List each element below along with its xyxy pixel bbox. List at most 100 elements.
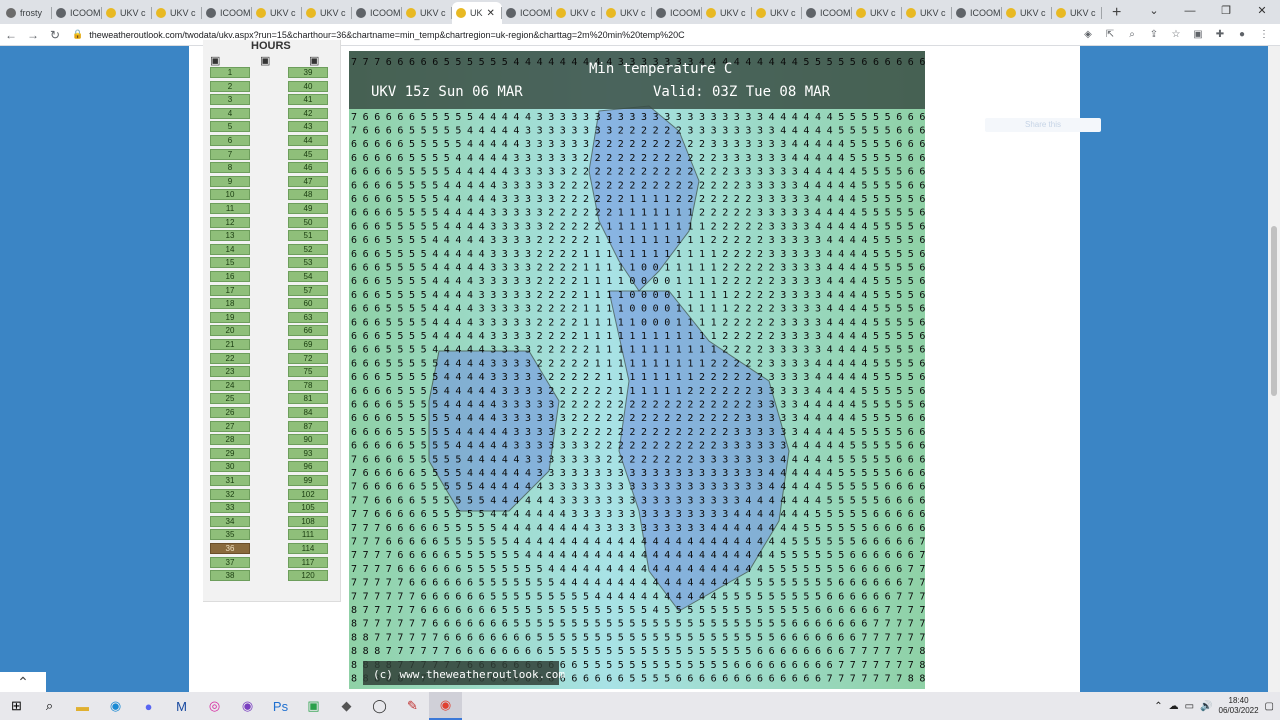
file-explorer-icon[interactable]: ▬ — [66, 692, 99, 720]
vertical-scrollbar[interactable] — [1268, 46, 1280, 692]
hour-button[interactable]: 7 — [210, 148, 250, 160]
paint-icon[interactable]: ✎ — [396, 692, 429, 720]
chrome-icon[interactable]: ◉ — [429, 692, 462, 720]
hour-button[interactable]: 120 — [288, 570, 328, 582]
zoom-icon[interactable]: ⌕ — [1124, 29, 1140, 40]
hour-button[interactable]: 8 — [210, 162, 250, 174]
close-window-icon[interactable]: ✕ — [1244, 0, 1280, 24]
back-icon[interactable]: ← — [0, 28, 22, 42]
first-frame-icon[interactable]: ▣ — [210, 54, 220, 67]
hour-button[interactable]: 52 — [288, 243, 328, 255]
hour-button[interactable]: 25 — [210, 393, 250, 405]
hour-button[interactable]: 24 — [210, 379, 250, 391]
clock[interactable]: 18:40 06/03/2022 — [1219, 696, 1259, 716]
app-icon-circle[interactable]: ◯ — [363, 692, 396, 720]
cloud-icon[interactable]: ☁ — [1169, 701, 1179, 712]
hour-button[interactable]: 46 — [288, 162, 328, 174]
hour-button[interactable]: 99 — [288, 475, 328, 486]
minimize-icon[interactable]: — — [1172, 0, 1208, 24]
edge-icon[interactable]: ◉ — [99, 692, 132, 720]
hour-button[interactable]: 96 — [288, 461, 328, 473]
hour-button[interactable]: 36 — [210, 543, 250, 554]
hour-button[interactable]: 23 — [210, 366, 250, 378]
extension-icon[interactable]: ▣ — [1190, 29, 1206, 40]
hour-button[interactable]: 33 — [210, 502, 250, 514]
hour-button[interactable]: 49 — [288, 203, 328, 214]
hour-button[interactable]: 84 — [288, 407, 328, 418]
tray-up-icon[interactable]: ⌃ — [1154, 701, 1162, 712]
browser-tab[interactable]: ICOOM — [52, 2, 102, 24]
hour-button[interactable]: 2 — [210, 80, 250, 92]
browser-tab[interactable]: UKV c — [1052, 2, 1102, 24]
hour-button[interactable]: 51 — [288, 230, 328, 242]
hour-button[interactable]: 34 — [210, 515, 250, 527]
notifications-icon[interactable]: ▢ — [1265, 701, 1274, 712]
hour-button[interactable]: 60 — [288, 298, 328, 310]
hour-button[interactable]: 87 — [288, 420, 328, 432]
hour-button[interactable]: 53 — [288, 257, 328, 269]
hour-button[interactable]: 10 — [210, 189, 250, 201]
puzzle-icon[interactable]: ✚ — [1212, 29, 1228, 40]
browser-tab[interactable]: UKV c — [852, 2, 902, 24]
photoshop-icon[interactable]: Ps — [264, 692, 297, 720]
hour-button[interactable]: 37 — [210, 556, 250, 568]
bookmark-star-icon[interactable]: ☆ — [1168, 29, 1184, 40]
hour-button[interactable]: 35 — [210, 529, 250, 541]
hour-button[interactable]: 63 — [288, 311, 328, 323]
browser-tab[interactable]: UKV c — [602, 2, 652, 24]
reload-icon[interactable]: ↻ — [44, 28, 66, 42]
browser-tab[interactable]: UKV c — [902, 2, 952, 24]
hour-button[interactable]: 75 — [288, 366, 328, 378]
hour-button[interactable]: 41 — [288, 94, 328, 106]
hour-button[interactable]: 13 — [210, 230, 250, 242]
browser-tab[interactable]: ICOOM — [952, 2, 1002, 24]
browser-tab[interactable]: UKV c — [152, 2, 202, 24]
hour-button[interactable]: 20 — [210, 325, 250, 337]
browser-tab[interactable]: ICOOM — [802, 2, 852, 24]
hour-button[interactable]: 93 — [288, 447, 328, 459]
hour-button[interactable]: 38 — [210, 570, 250, 582]
hour-button[interactable]: 114 — [288, 543, 328, 554]
browser-tab[interactable]: frosty — [2, 2, 52, 24]
hour-button[interactable]: 90 — [288, 434, 328, 446]
app-icon-grey[interactable]: ◆ — [330, 692, 363, 720]
hour-button[interactable]: 48 — [288, 189, 328, 201]
hour-button[interactable]: 21 — [210, 339, 250, 350]
hour-button[interactable]: 30 — [210, 461, 250, 473]
hour-button[interactable]: 9 — [210, 175, 250, 187]
browser-tab[interactable]: ICOOM — [202, 2, 252, 24]
scroll-to-top-button[interactable]: ⌃ — [0, 672, 46, 692]
app-icon-purple[interactable]: ◉ — [231, 692, 264, 720]
browser-tab[interactable]: UKV c — [402, 2, 452, 24]
menu-kebab-icon[interactable]: ⋮ — [1256, 29, 1272, 40]
hour-button[interactable]: 44 — [288, 135, 328, 146]
hour-button[interactable]: 5 — [210, 121, 250, 133]
site-info-icon[interactable]: ◈ — [1080, 29, 1096, 40]
browser-tab[interactable]: ICOOM — [652, 2, 702, 24]
hour-button[interactable]: 4 — [210, 107, 250, 119]
last-frame-icon[interactable]: ▣ — [309, 54, 319, 67]
browser-tab[interactable]: UKV c — [552, 2, 602, 24]
hour-button[interactable]: 18 — [210, 298, 250, 310]
hour-button[interactable]: 22 — [210, 352, 250, 364]
hour-button[interactable]: 26 — [210, 407, 250, 418]
hour-button[interactable]: 6 — [210, 135, 250, 146]
hour-button[interactable]: 29 — [210, 447, 250, 459]
profile-avatar[interactable]: ● — [1234, 29, 1250, 40]
tab-close-icon[interactable]: ✕ — [487, 8, 495, 19]
hour-button[interactable]: 78 — [288, 379, 328, 391]
hour-button[interactable]: 3 — [210, 94, 250, 106]
malwarebytes-icon[interactable]: M — [165, 692, 198, 720]
browser-tab[interactable]: ICOOM — [502, 2, 552, 24]
hour-button[interactable]: 15 — [210, 257, 250, 269]
play-icon[interactable]: ▣ — [260, 54, 270, 67]
volume-icon[interactable]: 🔊 — [1200, 701, 1212, 712]
hour-button[interactable]: 117 — [288, 556, 328, 568]
browser-tab[interactable]: UKV c — [102, 2, 152, 24]
hour-button[interactable]: 27 — [210, 420, 250, 432]
hour-button[interactable]: 57 — [288, 284, 328, 296]
scrollbar-thumb[interactable] — [1271, 226, 1277, 396]
hour-button[interactable]: 19 — [210, 311, 250, 323]
hour-button[interactable]: 43 — [288, 121, 328, 133]
forward-icon[interactable]: → — [22, 28, 44, 42]
